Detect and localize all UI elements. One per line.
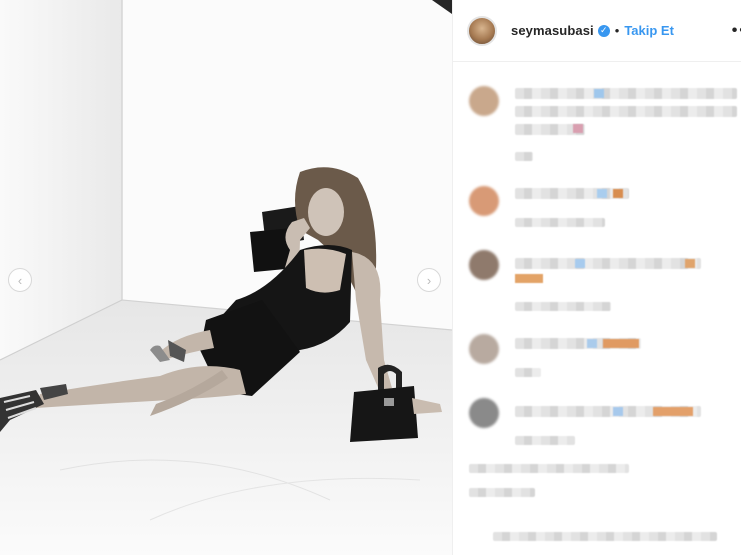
redacted-chip [575, 259, 585, 268]
comment-avatar [469, 86, 499, 116]
comment-avatar [469, 186, 499, 216]
carousel-next-button[interactable]: › [417, 268, 441, 292]
comment-meta-redacted [469, 488, 535, 497]
redacted-chip [613, 189, 623, 198]
redacted-chip [515, 274, 543, 283]
comments-list [453, 62, 741, 555]
comment-text-redacted [515, 88, 737, 99]
username-link[interactable]: seymasubasi [511, 23, 594, 38]
post-photo[interactable]: ‹ › [0, 0, 452, 555]
verified-badge-icon: ✓ [597, 24, 610, 37]
comment-meta-redacted [515, 368, 541, 377]
redacted-chip [597, 189, 607, 198]
comment-avatar [469, 334, 499, 364]
redacted-chip [573, 124, 583, 133]
redacted-chip [653, 407, 693, 416]
action-bar-redacted [493, 532, 717, 541]
chevron-right-icon: › [426, 272, 432, 288]
comment-meta-redacted [515, 218, 605, 227]
header-separator: • [614, 23, 620, 38]
post-side-panel: seymasubasi ✓ • Takip Et •• [452, 0, 741, 555]
chevron-left-icon: ‹ [17, 272, 23, 288]
redacted-chip [685, 259, 695, 268]
corner-indicator [432, 0, 452, 14]
redacted-chip [594, 89, 604, 98]
comment-avatar [469, 398, 499, 428]
post-header: seymasubasi ✓ • Takip Et •• [453, 0, 741, 62]
avatar[interactable] [467, 15, 497, 46]
redacted-chip [603, 339, 639, 348]
follow-button[interactable]: Takip Et [624, 23, 674, 38]
redacted-chip [613, 407, 623, 416]
more-options-icon[interactable]: •• [732, 22, 741, 40]
comment-meta-redacted [515, 436, 575, 445]
carousel-prev-button[interactable]: ‹ [8, 268, 32, 292]
redacted-chip [587, 339, 597, 348]
photo-illustration [0, 0, 452, 555]
comment-text-redacted [515, 106, 737, 117]
comment-meta-redacted [515, 152, 533, 161]
comment-avatar [469, 250, 499, 280]
comment-meta-redacted [515, 302, 611, 311]
comment-meta-redacted [469, 464, 629, 473]
comment-text-redacted [515, 258, 701, 269]
comment-text-redacted [515, 188, 629, 199]
